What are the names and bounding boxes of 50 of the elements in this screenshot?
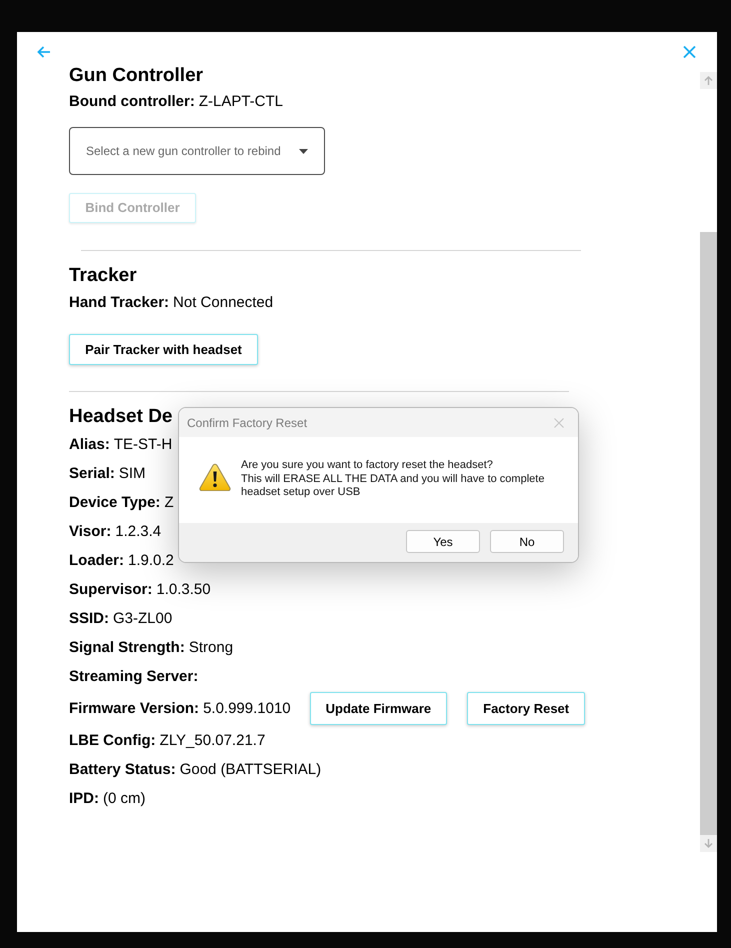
caret-icon bbox=[299, 148, 308, 154]
field-value: Strong bbox=[188, 638, 234, 658]
dialog-button[interactable]: Yes bbox=[406, 530, 480, 553]
dialog-button[interactable]: No bbox=[490, 530, 564, 553]
scroll-up-button[interactable] bbox=[700, 72, 717, 89]
field-label: SSID: bbox=[69, 608, 110, 628]
field-label: Hand Tracker: bbox=[69, 293, 170, 313]
warning-icon bbox=[199, 463, 231, 491]
field-value: 1.0.3.50 bbox=[156, 580, 211, 600]
field-value: Good (BATTSERIAL) bbox=[180, 760, 322, 780]
field-value: Z-LAPT-CTL bbox=[198, 92, 284, 112]
section-heading: Headset De bbox=[69, 405, 172, 429]
dialog-message: Are you sure you want to factory reset the headset? This will ERASE ALL THE DATA and you will have to complete headset setup over USB bbox=[241, 459, 546, 500]
close-icon[interactable] bbox=[554, 418, 564, 428]
field-label: Alias: bbox=[69, 434, 110, 454]
field-value: Not Connected bbox=[173, 293, 274, 313]
controller-select[interactable]: Select a new gun controller to rebind bbox=[69, 127, 325, 175]
field-label: Visor: bbox=[69, 522, 112, 542]
field-value: 1.2.3.4 bbox=[115, 522, 162, 542]
section-heading: Tracker bbox=[69, 264, 137, 288]
field-value: ZLY_50.07.21.7 bbox=[160, 730, 266, 750]
dialog-title: Confirm Factory Reset bbox=[187, 414, 308, 432]
arrow-down-icon bbox=[704, 839, 713, 848]
field-value: 1.9.0.2 bbox=[128, 550, 174, 570]
arrow-up-icon bbox=[704, 76, 713, 85]
section-heading: Gun Controller bbox=[69, 64, 204, 88]
field-label: Loader: bbox=[69, 550, 124, 570]
field-value: (0 cm) bbox=[103, 788, 146, 808]
field-label: Signal Strength: bbox=[69, 638, 185, 658]
field-label: Bound controller: bbox=[69, 92, 195, 112]
field-value: 5.0.999.1010 bbox=[203, 698, 291, 718]
action-button[interactable]: Factory Reset bbox=[467, 692, 586, 725]
pair-tracker-button[interactable]: Pair Tracker with headset bbox=[69, 334, 258, 365]
back-arrow-icon[interactable] bbox=[37, 46, 51, 58]
field-label: Streaming Server: bbox=[69, 666, 198, 686]
field-value: TE-ST-H bbox=[114, 434, 172, 454]
field-label: Battery Status: bbox=[69, 760, 176, 780]
field-label: LBE Config: bbox=[69, 730, 156, 750]
field-value: SIM bbox=[118, 464, 146, 484]
scrollbar-thumb[interactable] bbox=[700, 232, 717, 835]
field-label: Device Type: bbox=[69, 492, 160, 512]
field-label: Supervisor: bbox=[69, 580, 152, 600]
action-button[interactable]: Update Firmware bbox=[310, 692, 448, 725]
field-value: G3-ZL00 bbox=[113, 608, 172, 628]
scroll-down-button[interactable] bbox=[700, 835, 717, 852]
field-label: Serial: bbox=[69, 464, 115, 484]
field-label: IPD: bbox=[69, 788, 99, 808]
close-icon[interactable] bbox=[683, 46, 696, 58]
field-value: Z bbox=[164, 492, 174, 512]
field-label: Firmware Version: bbox=[69, 698, 200, 718]
